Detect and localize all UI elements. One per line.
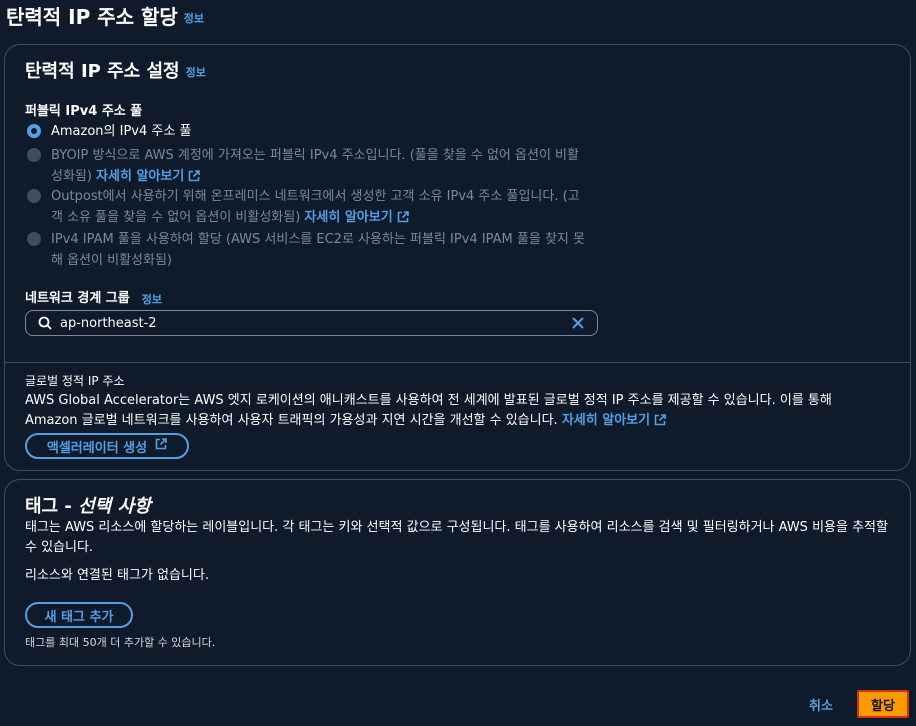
settings-panel: 탄력적 IP 주소 설정 정보 퍼블릭 IPv4 주소 풀 Amazon의 IPv… [4,44,911,471]
page-title: 탄력적 IP 주소 할당 [6,5,178,29]
radio-icon-checked[interactable] [27,124,41,138]
radio-icon-disabled [27,189,41,203]
search-icon [38,316,52,330]
network-border-search[interactable] [25,310,598,336]
external-link-icon [397,209,409,230]
radio-option-outpost: Outpost에서 사용하기 위해 온프레미스 네트워크에서 생성한 고객 소유… [25,186,585,230]
settings-info-link[interactable]: 정보 [186,66,206,79]
assign-button[interactable]: 할당 [857,690,909,718]
create-accelerator-label: 액셀러레이터 생성 [46,440,148,456]
radio-label-amazon-pool: Amazon의 IPv4 주소 풀 [51,124,192,139]
radio-option-ipam: IPv4 IPAM 풀을 사용하여 할당 (AWS 서비스를 EC2로 사용하는… [25,229,585,271]
pool-label: 퍼블릭 IPv4 주소 풀 [25,104,143,119]
tags-header-optional: 선택 사항 [78,496,151,517]
radio-option-amazon-pool[interactable]: Amazon의 IPv4 주소 풀 [25,121,585,142]
byoip-learn-more-link[interactable]: 자세히 알아보기 [96,169,201,184]
page-info-link[interactable]: 정보 [184,12,204,25]
add-tag-button[interactable]: 새 태그 추가 [25,602,133,628]
tags-panel: 태그 - 선택 사항 태그는 AWS 리소스에 할당하는 레이블입니다. 각 태… [4,479,911,666]
tags-empty-message: 리소스와 연결된 태그가 없습니다. [25,568,209,583]
network-border-label-row: 네트워크 경계 그룹 정보 [25,287,162,307]
close-icon[interactable] [571,316,585,330]
byoip-learn-more-label: 자세히 알아보기 [96,169,185,184]
global-ip-description: AWS Global Accelerator는 AWS 엣지 로케이션의 애니캐… [25,391,885,433]
global-ip-learn-more-label: 자세히 알아보기 [561,413,651,428]
tags-description: 태그는 AWS 리소스에 할당하는 레이블입니다. 각 태그는 키와 선택적 값… [25,520,888,555]
external-link-icon [654,413,666,433]
page: 탄력적 IP 주소 할당 정보 탄력적 IP 주소 설정 정보 퍼블릭 IPv4 주… [0,0,916,726]
radio-icon-disabled [27,148,41,162]
network-border-label: 네트워크 경계 그룹 [25,291,130,306]
global-ip-learn-more-link[interactable]: 자세히 알아보기 [562,413,666,428]
tags-header: 태그 - 선택 사항 [25,492,151,518]
outpost-learn-more-link[interactable]: 자세히 알아보기 [304,210,409,225]
external-link-icon [155,438,167,454]
network-border-info-link[interactable]: 정보 [142,293,162,306]
global-ip-label: 글로벌 정적 IP 주소 [25,374,125,388]
add-tag-label: 새 태그 추가 [44,609,114,625]
radio-icon-disabled [27,232,41,246]
settings-header-row: 탄력적 IP 주소 설정 정보 [25,57,206,83]
tags-header-main: 태그 - [25,496,79,517]
create-accelerator-button[interactable]: 액셀러레이터 생성 [25,433,189,459]
network-border-input[interactable] [60,315,571,331]
radio-label-ipam: IPv4 IPAM 풀을 사용하여 할당 (AWS 서비스를 EC2로 사용하는… [51,232,585,268]
page-title-row: 탄력적 IP 주소 할당 정보 [6,2,204,34]
outpost-learn-more-label: 자세히 알아보기 [304,210,393,225]
settings-header: 탄력적 IP 주소 설정 [25,61,180,82]
divider [5,362,910,363]
tags-limit-text: 태그를 최대 50개 더 추가할 수 있습니다. [25,636,216,649]
cancel-button[interactable]: 취소 [809,695,833,714]
global-ip-description-text: AWS Global Accelerator는 AWS 엣지 로케이션의 애니캐… [25,393,832,428]
radio-option-byoip: BYOIP 방식으로 AWS 계정에 가져오는 퍼블릭 IPv4 주소입니다. … [25,145,585,189]
